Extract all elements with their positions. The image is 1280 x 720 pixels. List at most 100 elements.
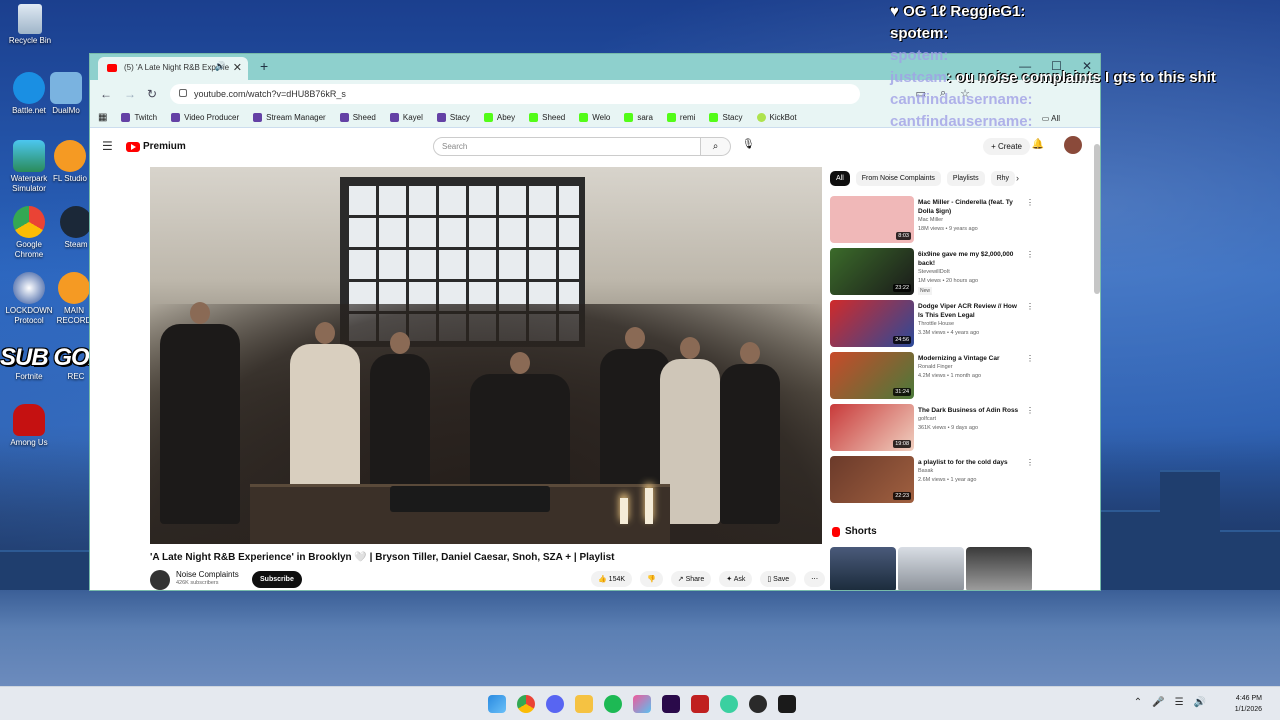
recommendation-item[interactable]: 31:24 Modernizing a Vintage Car Ronald F… — [830, 352, 1034, 400]
save-button[interactable]: ▯ Save — [760, 571, 797, 587]
recommendation-item[interactable]: 24:56 Dodge Viper ACR Review // How Is T… — [830, 300, 1034, 348]
desktop-icon-among-us[interactable]: Among Us — [1, 404, 57, 448]
desktop-icon-waterpark[interactable]: Waterpark Simulator — [1, 140, 57, 194]
ask-button[interactable]: ✦ Ask — [719, 571, 753, 587]
desktop-icon-main-record[interactable]: MAIN RECORD — [54, 272, 94, 326]
reload-icon[interactable]: ↻ — [147, 87, 157, 101]
network-icon[interactable]: ☰ — [1175, 697, 1184, 708]
bookmark-welo[interactable]: Welo — [579, 113, 610, 122]
mic-icon[interactable]: 🎙 — [742, 139, 755, 150]
search-input[interactable]: Search — [433, 137, 701, 156]
url-field[interactable]: youtube.com/watch?v=dHU8B76kR_s — [170, 84, 860, 104]
desktop-icon-fl-studio[interactable]: FL Studio — [50, 140, 90, 184]
menu-icon[interactable]: ☰ — [102, 139, 113, 153]
chevron-up-icon[interactable]: ⌃ — [1134, 697, 1142, 708]
like-button[interactable]: 👍 154K — [591, 571, 633, 587]
subscribe-button[interactable]: Subscribe — [252, 571, 302, 588]
bookmark-video-producer[interactable]: Video Producer — [171, 113, 239, 122]
spotify-icon[interactable] — [604, 695, 622, 713]
bookmark-remi[interactable]: remi — [666, 113, 695, 122]
steam-icon — [60, 206, 92, 238]
volume-icon[interactable]: 🔊 — [1194, 697, 1206, 708]
recommendation-item[interactable]: 23:22 6ix9ine gave me my $2,000,000 back… — [830, 248, 1034, 296]
bookmark-stacy[interactable]: Stacy — [436, 113, 470, 122]
bookmark-sheed-kick[interactable]: Sheed — [529, 113, 565, 122]
start-icon[interactable] — [488, 695, 506, 713]
notifications-icon[interactable]: 🔔 — [1032, 139, 1044, 150]
dislike-button[interactable]: 👎 — [640, 571, 663, 587]
system-tray: ⌃ 🎤 ☰ 🔊 — [1134, 697, 1206, 708]
tab-youtube[interactable]: (5) 'A Late Night R&B Experie 🔊 ✕ — [98, 57, 248, 80]
video-player[interactable] — [150, 167, 822, 544]
channel-name: Basak — [918, 468, 934, 474]
app-icon[interactable] — [720, 695, 738, 713]
more-icon[interactable]: ⋮ — [1026, 302, 1034, 311]
kick-icon — [529, 113, 539, 122]
bookmark-sheed[interactable]: Sheed — [339, 113, 376, 122]
audio-icon[interactable]: 🔊 — [215, 61, 226, 72]
bookmark-kayel[interactable]: Kayel — [389, 113, 423, 122]
chip-playlists[interactable]: Playlists — [946, 171, 985, 186]
youtube-page: ☰ Premium Search ⌕ 🎙 + Create 🔔 'A Late … — [90, 129, 1100, 590]
short-thumbnail[interactable] — [966, 547, 1032, 590]
obs-icon[interactable] — [749, 695, 767, 713]
search-button[interactable]: ⌕ — [701, 137, 731, 156]
bookmark-label: Welo — [592, 113, 611, 122]
youtube-logo[interactable]: Premium — [126, 141, 186, 152]
bookmark-twitch[interactable]: Twitch — [121, 113, 157, 122]
create-button[interactable]: + Create — [983, 138, 1030, 155]
app-icon[interactable] — [691, 695, 709, 713]
close-tab-icon[interactable]: ✕ — [233, 61, 242, 74]
desktop-icon-recycle-bin[interactable]: Recycle Bin — [2, 4, 58, 46]
short-thumbnail[interactable] — [898, 547, 964, 590]
recommendation-item[interactable]: 19:08 The Dark Business of Adin Ross gol… — [830, 404, 1034, 452]
file-explorer-icon[interactable] — [575, 695, 593, 713]
more-icon[interactable]: ⋮ — [1026, 458, 1034, 467]
back-icon[interactable]: ← — [100, 87, 112, 101]
microphone-icon[interactable]: 🎤 — [1152, 697, 1164, 708]
bookmark-label: Stream Manager — [266, 113, 326, 122]
more-icon[interactable]: ⋮ — [1026, 406, 1034, 415]
site-info-icon[interactable] — [179, 89, 187, 97]
chip-from-channel[interactable]: From Noise Complaints — [855, 171, 941, 186]
more-icon[interactable]: ⋮ — [1026, 198, 1034, 207]
more-icon[interactable]: ⋮ — [1026, 250, 1034, 259]
bookmark-stacy-kick[interactable]: Stacy — [709, 113, 743, 122]
video-scene-candle — [620, 498, 628, 524]
share-button[interactable]: ↗ Share — [670, 571, 712, 587]
twitch-icon — [121, 113, 131, 122]
desktop-icon-chrome[interactable]: Google Chrome — [1, 206, 57, 260]
bookmark-stream-manager[interactable]: Stream Manager — [253, 113, 326, 122]
more-actions-button[interactable]: ⋯ — [804, 571, 826, 587]
video-duration: 24:56 — [893, 336, 911, 344]
bookmark-abey[interactable]: Abey — [483, 113, 515, 122]
desktop-icon-lockdown[interactable]: LOCKDOWN Protocol — [1, 272, 57, 326]
chip-rhythm[interactable]: Rhy — [990, 171, 1016, 186]
premiere-icon[interactable] — [662, 695, 680, 713]
bookmark-sara[interactable]: sara — [624, 113, 653, 122]
copilot-icon[interactable] — [633, 695, 651, 713]
desktop-icon-dualmonitor[interactable]: DualMo — [46, 72, 86, 116]
more-icon[interactable]: ⋮ — [1026, 354, 1034, 363]
channel-name[interactable]: Noise Complaints — [176, 570, 239, 579]
scrollbar[interactable] — [1094, 144, 1100, 294]
bookmark-kickbot[interactable]: KickBot — [756, 113, 797, 122]
call-of-duty-icon[interactable] — [778, 695, 796, 713]
discord-icon[interactable] — [546, 695, 564, 713]
forward-icon[interactable]: → — [124, 87, 136, 101]
apps-icon[interactable]: ▦ — [98, 112, 107, 123]
twitch-icon — [389, 113, 399, 122]
desktop-icon-fortnite[interactable]: Fortnite — [1, 372, 57, 382]
new-tab-button[interactable]: + — [260, 58, 268, 74]
short-thumbnail[interactable] — [830, 547, 896, 590]
chevron-right-icon[interactable]: › — [1016, 173, 1019, 183]
desktop-icon-label: Fortnite — [15, 372, 43, 381]
clock[interactable]: 4:46 PM 1/1/2026 — [1235, 693, 1262, 715]
lockdown-icon — [13, 272, 45, 304]
chrome-icon[interactable] — [517, 695, 535, 713]
recommendation-item[interactable]: 22:23 a playlist to for the cold days Ba… — [830, 456, 1034, 504]
channel-avatar[interactable] — [150, 570, 170, 590]
chip-all[interactable]: All — [830, 171, 850, 186]
avatar[interactable] — [1064, 136, 1082, 154]
recommendation-item[interactable]: 8:03 Mac Miller - Cinderella (feat. Ty D… — [830, 196, 1034, 244]
